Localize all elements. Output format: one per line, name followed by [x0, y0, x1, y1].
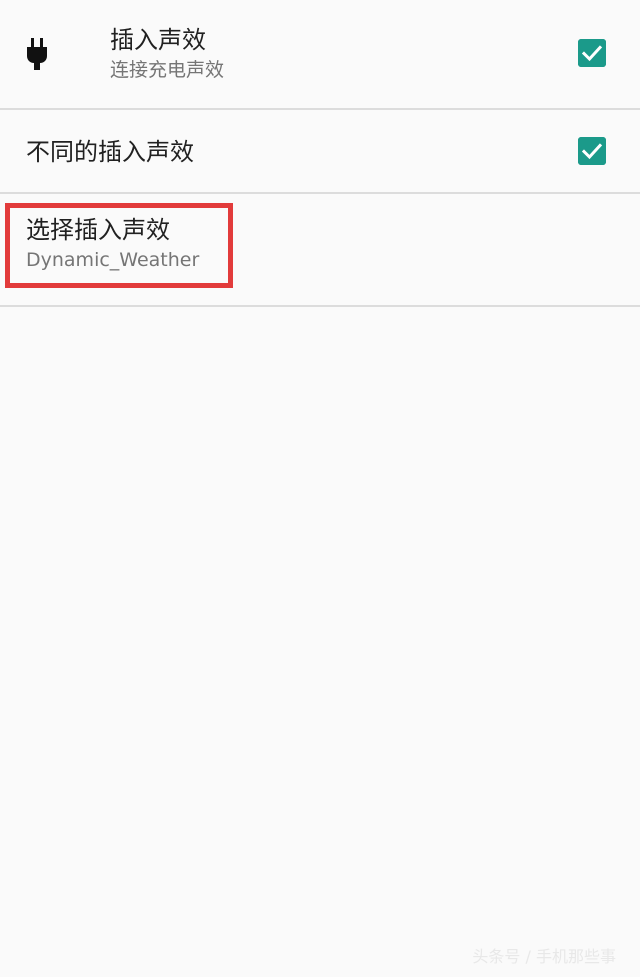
select-plug-sound-summary: Dynamic_Weather	[26, 249, 200, 271]
plug-sound-checkbox[interactable]	[578, 39, 606, 67]
plug-icon	[27, 38, 47, 70]
watermark: 头条号 / 手机那些事	[472, 947, 616, 966]
different-plug-sound-checkbox[interactable]	[578, 137, 606, 165]
setting-row-select-plug-sound[interactable]: 选择插入声效 Dynamic_Weather	[0, 194, 640, 307]
settings-list: 插入声效 连接充电声效 不同的插入声效 选择插入声效 Dynamic_Weath…	[0, 0, 640, 307]
setting-row-different-plug-sound[interactable]: 不同的插入声效	[0, 110, 640, 194]
plug-sound-title: 插入声效	[110, 26, 206, 54]
select-plug-sound-title: 选择插入声效	[26, 216, 170, 244]
plug-sound-summary: 连接充电声效	[110, 59, 225, 81]
setting-row-plug-sound[interactable]: 插入声效 连接充电声效	[0, 0, 640, 110]
different-plug-sound-title: 不同的插入声效	[26, 138, 194, 166]
